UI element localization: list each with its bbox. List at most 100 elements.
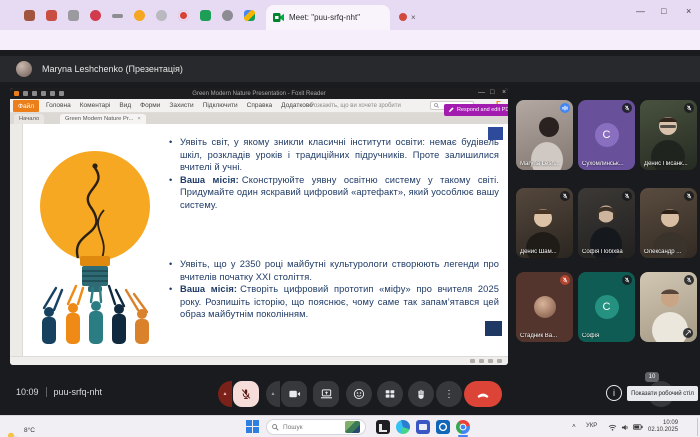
camera-options-caret[interactable]: ▲ — [266, 381, 280, 407]
tray-expand-chevron[interactable]: ˄ — [572, 423, 576, 430]
camera-toggle-button[interactable] — [281, 381, 307, 407]
meeting-details-button[interactable]: i — [606, 385, 622, 401]
pinned-tab-favicon[interactable] — [156, 10, 167, 21]
window-maximize-button[interactable]: □ — [661, 6, 666, 16]
doc-tab-close-icon[interactable]: × — [137, 116, 140, 122]
foxit-close-button[interactable]: × — [502, 89, 506, 96]
ribbon-tab-view[interactable]: Вид — [119, 102, 131, 109]
reactions-button[interactable] — [346, 381, 372, 407]
tab-close-icon[interactable]: × — [411, 13, 416, 22]
pinned-tab-favicon[interactable] — [24, 10, 35, 21]
show-desktop-strip[interactable] — [697, 418, 698, 436]
ribbon-tab-forms[interactable]: Форми — [140, 102, 160, 109]
pinned-tab-favicon[interactable] — [134, 10, 145, 21]
presenter-banner: Maryna Leshchenko (Презентація) — [0, 56, 700, 82]
foxit-reader-window: Green Modern Nature Presentation - Foxit… — [10, 88, 508, 365]
mic-muted-icon — [560, 275, 570, 285]
status-fit-page-icon[interactable] — [470, 359, 475, 363]
app-icon-files[interactable] — [376, 420, 390, 434]
participant-tile[interactable]: Софія Побіхва — [578, 188, 635, 258]
ribbon-tab-protect[interactable]: Захисти — [169, 102, 193, 109]
tell-me-box[interactable]: Розкажіть, що ви хочете зробити — [310, 103, 401, 109]
participant-name: Maryna Lesh... — [520, 161, 560, 167]
pinned-tab-favicon[interactable] — [222, 10, 233, 21]
kebab-icon: ⋮ — [444, 389, 454, 400]
tray-clock[interactable]: 10:0902.10.2025 — [648, 420, 678, 434]
ribbon-tab-help[interactable]: Справка — [247, 102, 273, 109]
presenter-avatar — [16, 61, 32, 77]
promo-badge[interactable]: Respond and edit PDFs — [444, 104, 508, 116]
mic-options-caret[interactable]: ▲ — [218, 381, 232, 407]
mic-off-icon — [240, 388, 252, 400]
window-close-button[interactable]: × — [686, 6, 691, 16]
app-icon-teams[interactable] — [416, 420, 430, 434]
slide-bullet: •Ваша місія:Створіть цифровий прототип «… — [169, 283, 499, 321]
tray-time: 10:09 — [663, 420, 678, 426]
search-highlight-image[interactable] — [345, 421, 360, 433]
doc-tab-start[interactable]: Начало — [14, 114, 44, 124]
doc-tab-presentation[interactable]: Green Modern Nature Pr...× — [60, 114, 146, 124]
status-zoom-slider[interactable] — [488, 359, 493, 363]
pinned-tab-favicon[interactable] — [68, 10, 79, 21]
participant-avatar: C — [595, 123, 619, 147]
participant-name: Софія Побіхва — [582, 249, 623, 255]
pinned-tab-favicon[interactable] — [244, 10, 255, 21]
raise-hand-button[interactable] — [408, 381, 434, 407]
participant-name: Олександр ... — [644, 249, 681, 255]
mic-muted-icon — [622, 275, 632, 285]
ribbon-tab-extra[interactable]: Додатково — [281, 102, 313, 109]
background-tab[interactable]: × — [394, 8, 430, 26]
mic-muted-icon — [622, 103, 632, 113]
ribbon-tab-connect[interactable]: Підключити — [203, 102, 238, 109]
bullet-marker: • — [169, 283, 172, 296]
participant-name: Стадник Ва... — [520, 333, 557, 339]
app-icon-mail[interactable] — [436, 420, 450, 434]
foxit-minimize-button[interactable]: — — [478, 89, 485, 96]
language-indicator[interactable]: УКР — [586, 423, 597, 429]
participant-tile[interactable]: C Софія — [578, 272, 635, 342]
slide-page: •Уявіть світ, у якому зникли класичні ін… — [23, 124, 508, 356]
active-tab-meet[interactable]: Meet: "puu-srfq-nht" — [266, 5, 390, 30]
pinned-tab-favicon[interactable] — [90, 10, 101, 21]
window-minimize-button[interactable]: — — [636, 6, 645, 16]
taskbar-weather-widget[interactable]: 8°CMostly cloudy — [6, 419, 60, 437]
ribbon-tab-file[interactable]: Файл — [13, 100, 39, 112]
show-desktop-tooltip: Показати робочий стіл — [627, 386, 698, 401]
bullet-marker: • — [169, 258, 172, 271]
volume-icon[interactable] — [621, 424, 629, 431]
mic-toggle-button-muted[interactable] — [233, 381, 259, 407]
participant-tile[interactable]: Олександр ... — [640, 188, 697, 258]
tile-popout-icon[interactable] — [683, 328, 693, 338]
more-options-button[interactable]: ⋮ — [436, 381, 462, 407]
ribbon-tabs: Головна Коментарі Вид Форми Захисти Підк… — [46, 102, 313, 109]
status-zoom-out-icon[interactable] — [479, 359, 484, 363]
pinned-tab-favicon[interactable] — [178, 10, 189, 21]
taskbar-search-box[interactable]: Пошук — [266, 419, 366, 435]
status-zoom-in-icon[interactable] — [497, 359, 502, 363]
end-call-button[interactable] — [464, 381, 502, 407]
app-icon-edge[interactable] — [396, 420, 410, 434]
battery-icon[interactable] — [633, 424, 643, 430]
participant-tile[interactable]: Денис Шам... — [516, 188, 573, 258]
participant-tile[interactable]: Денис Писанк... — [640, 100, 697, 170]
bullet-marker: • — [169, 136, 172, 149]
search-placeholder: Пошук — [283, 424, 303, 431]
change-layout-button[interactable] — [377, 381, 403, 407]
participant-tile[interactable]: Стадник Ва... — [516, 272, 573, 342]
start-button[interactable] — [246, 420, 259, 433]
pinned-tab-favicon[interactable] — [46, 10, 57, 21]
participant-tile[interactable] — [640, 272, 697, 342]
foxit-maximize-button[interactable]: □ — [490, 89, 494, 96]
present-screen-button[interactable] — [313, 381, 339, 407]
participant-name: Сухомлинськ... — [582, 161, 624, 167]
app-icon-chrome-active[interactable] — [456, 420, 470, 434]
participant-tile[interactable]: C Сухомлинськ... — [578, 100, 635, 170]
pinned-tab-favicon[interactable] — [112, 14, 123, 18]
pinned-tab-favicon[interactable] — [200, 10, 211, 21]
foxit-left-panel — [10, 124, 23, 356]
wifi-icon[interactable] — [608, 424, 617, 431]
weather-temp: 8°C — [24, 427, 35, 434]
participant-tile[interactable]: Maryna Lesh... — [516, 100, 573, 170]
ribbon-tab-home[interactable]: Головна — [46, 102, 71, 109]
ribbon-tab-comment[interactable]: Коментарі — [80, 102, 111, 109]
